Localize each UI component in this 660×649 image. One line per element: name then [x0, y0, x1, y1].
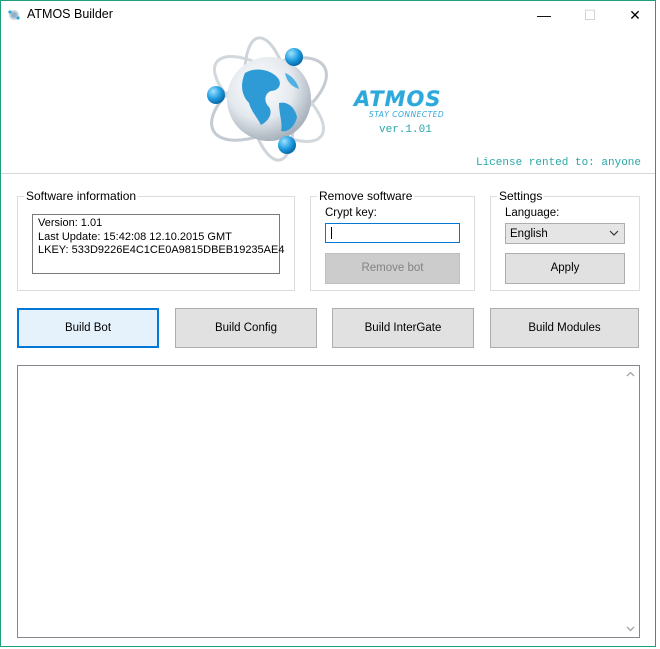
lkey-line: LKEY: 533D9226E4C1CE0A9815DBEB19235AE4 [38, 244, 285, 256]
main-window: ATMOS Builder — ☐ ✕ ATMOS STAY CONNECTED… [0, 0, 656, 647]
remove-bot-label: Remove bot [361, 262, 424, 274]
remove-software-legend: Remove software [317, 189, 415, 203]
brand-name: ATMOS [354, 87, 442, 111]
version-line: Version: 1.01 [38, 217, 103, 229]
last-update-line: Last Update: 15:42:08 12.10.2015 GMT [38, 230, 232, 243]
build-bot-button[interactable]: Build Bot [17, 308, 159, 348]
software-info-legend: Software information [24, 189, 139, 203]
remove-software-group: Remove software Crypt key: Remove bot [310, 189, 475, 291]
header-banner: ATMOS STAY CONNECTED ver.1.01 License re… [1, 29, 655, 174]
text-caret [331, 227, 332, 239]
minimize-button[interactable]: — [521, 1, 567, 29]
chevron-down-icon [609, 230, 619, 236]
settings-group: Settings Language: English Apply [490, 189, 640, 291]
remove-bot-button[interactable]: Remove bot [325, 253, 460, 284]
build-modules-button[interactable]: Build Modules [490, 308, 639, 348]
vertical-scrollbar[interactable] [622, 366, 639, 637]
build-config-button[interactable]: Build Config [175, 308, 317, 348]
output-textarea[interactable] [17, 365, 640, 638]
version-label: ver.1.01 [379, 124, 432, 136]
maximize-button[interactable]: ☐ [567, 1, 613, 29]
language-value: English [510, 228, 548, 240]
window-title: ATMOS Builder [27, 7, 113, 21]
brand-tagline: STAY CONNECTED [369, 110, 445, 119]
close-button[interactable]: ✕ [612, 1, 658, 29]
build-modules-label: Build Modules [528, 322, 601, 334]
apply-button[interactable]: Apply [505, 253, 625, 284]
minimize-icon: — [537, 7, 551, 23]
software-info-box: Version: 1.01 Last Update: 15:42:08 12.1… [32, 214, 285, 274]
build-intergate-label: Build InterGate [364, 322, 442, 334]
build-bot-label: Build Bot [64, 322, 112, 334]
crypt-key-input[interactable] [325, 223, 460, 243]
software-info-group: Software information Version: 1.01 Last … [17, 189, 295, 291]
maximize-icon: ☐ [583, 7, 597, 23]
settings-legend: Settings [497, 189, 545, 203]
license-text: License rented to: anyone [475, 157, 641, 169]
title-bar[interactable]: ATMOS Builder — ☐ ✕ [1, 1, 655, 29]
close-icon: ✕ [629, 7, 641, 23]
globe-logo [207, 36, 328, 162]
build-config-label: Build Config [214, 322, 277, 334]
build-intergate-button[interactable]: Build InterGate [332, 308, 474, 348]
language-select[interactable]: English [505, 223, 625, 244]
scroll-up-icon[interactable] [622, 366, 639, 383]
scroll-down-icon[interactable] [622, 620, 639, 637]
app-icon [8, 10, 20, 20]
language-label: Language: [505, 207, 560, 219]
apply-label: Apply [550, 262, 580, 274]
crypt-key-label: Crypt key: [325, 207, 377, 219]
